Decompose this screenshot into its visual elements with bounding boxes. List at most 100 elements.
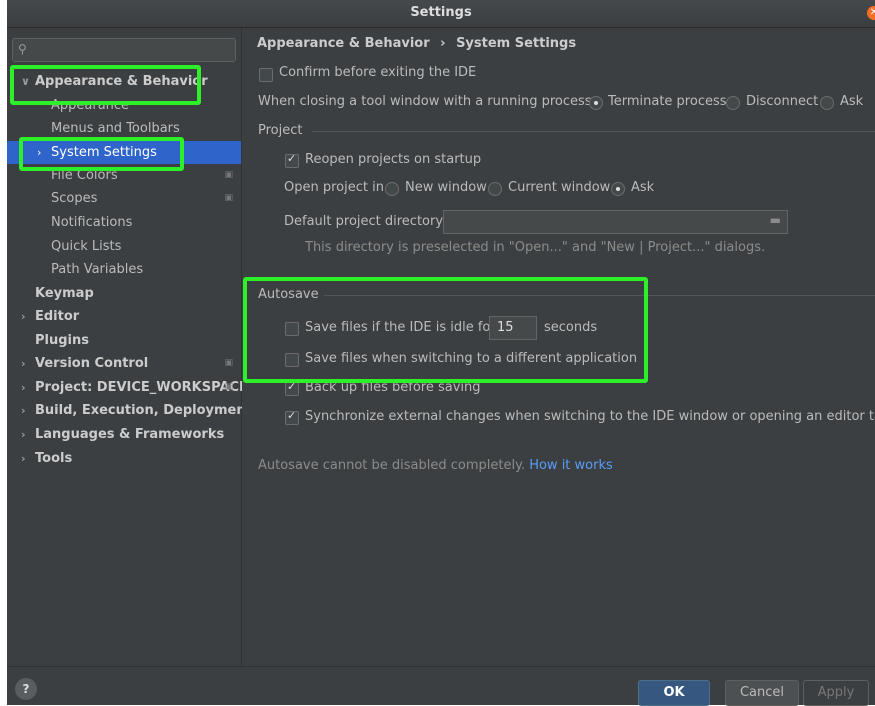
dialog-title: Settings bbox=[410, 5, 472, 20]
sidebar-item-file-colors[interactable]: File Colors ▣ bbox=[7, 164, 241, 187]
radio-ask[interactable] bbox=[820, 96, 834, 110]
sidebar-item-scopes[interactable]: Scopes ▣ bbox=[7, 187, 241, 210]
synchronize-checkbox[interactable] bbox=[285, 409, 299, 425]
radio-new-window[interactable] bbox=[385, 182, 399, 196]
sidebar-item-label: File Colors bbox=[51, 168, 118, 183]
settings-content: Appearance & Behavior › System Settings … bbox=[242, 28, 875, 666]
open-project-in-label: Open project in bbox=[284, 180, 384, 195]
ask-label: Ask bbox=[840, 94, 864, 109]
sidebar-item-system-settings[interactable]: › System Settings bbox=[7, 141, 241, 164]
sidebar-item-keymap[interactable]: Keymap bbox=[7, 282, 241, 305]
project-separator bbox=[312, 131, 875, 132]
sidebar-item-label: Scopes bbox=[51, 191, 98, 206]
sidebar-item-build-execution-deployment[interactable]: › Build, Execution, Deployment bbox=[7, 399, 252, 422]
synchronize-label: Synchronize external changes when switch… bbox=[305, 409, 875, 424]
sidebar-item-label: Quick Lists bbox=[51, 239, 122, 254]
sidebar-item-label: Version Control bbox=[35, 356, 149, 371]
help-icon[interactable]: ? bbox=[15, 678, 37, 700]
close-icon[interactable]: ✕ bbox=[867, 6, 875, 20]
chevron-right-icon[interactable]: › bbox=[21, 423, 26, 446]
sidebar-item-label: Tools bbox=[35, 451, 73, 466]
ok-button[interactable]: OK bbox=[638, 680, 710, 706]
sidebar-item-appearance-behavior[interactable]: ∨ Appearance & Behavior bbox=[7, 70, 241, 93]
folder-icon[interactable]: ▬ bbox=[770, 213, 781, 227]
chevron-right-icon[interactable]: › bbox=[21, 352, 26, 375]
autosave-note-text: Autosave cannot be disabled completely. bbox=[258, 458, 526, 473]
sidebar-item-label: Project: DEVICE_WORKSPACE bbox=[35, 380, 248, 395]
sidebar-item-project-device-workspace[interactable]: › Project: DEVICE_WORKSPACE ▣ bbox=[7, 376, 248, 399]
sidebar-item-label: Menus and Toolbars bbox=[51, 121, 180, 136]
chevron-right-icon[interactable]: › bbox=[37, 141, 41, 164]
cancel-button[interactable]: Cancel bbox=[725, 680, 799, 706]
settings-tree-sidebar: ⚲ ∨ Appearance & Behavior Appearance Menus … bbox=[7, 28, 252, 666]
radio-current-window[interactable] bbox=[488, 182, 502, 196]
backup-label: Back up files before saving bbox=[305, 380, 481, 395]
sidebar-item-version-control[interactable]: › Version Control ▣ bbox=[7, 352, 241, 375]
default-project-directory-label: Default project directory: bbox=[284, 214, 447, 229]
seconds-label: seconds bbox=[544, 320, 598, 335]
apply-button[interactable]: Apply bbox=[803, 680, 869, 706]
radio-terminate-process[interactable] bbox=[589, 96, 603, 110]
idle-seconds-value: 15 bbox=[497, 320, 514, 335]
search-input[interactable]: ⚲ bbox=[12, 38, 236, 62]
sidebar-item-appearance[interactable]: Appearance bbox=[7, 94, 241, 117]
sidebar-item-label: Keymap bbox=[35, 286, 94, 301]
title-bar: Settings ✕ bbox=[7, 0, 875, 28]
breadcrumb-separator: › bbox=[440, 36, 446, 51]
confirm-exit-label: Confirm before exiting the IDE bbox=[279, 65, 477, 80]
idle-seconds-input[interactable]: 15 bbox=[489, 316, 537, 340]
autosave-separator bbox=[324, 295, 875, 296]
new-window-label: New window bbox=[405, 180, 487, 195]
copy-scope-icon: ▣ bbox=[224, 170, 233, 180]
radio-open-ask[interactable] bbox=[611, 182, 625, 196]
autosave-note: Autosave cannot be disabled completely. … bbox=[258, 458, 613, 473]
sidebar-item-tools[interactable]: › Tools bbox=[7, 447, 241, 470]
chevron-right-icon[interactable]: › bbox=[21, 399, 26, 422]
breadcrumb: Appearance & Behavior › System Settings bbox=[257, 36, 576, 51]
reopen-projects-label: Reopen projects on startup bbox=[305, 152, 482, 167]
copy-scope-icon: ▣ bbox=[224, 382, 233, 392]
chevron-right-icon[interactable]: › bbox=[21, 305, 26, 328]
sidebar-item-label: Path Variables bbox=[51, 262, 144, 277]
sidebar-item-label: System Settings bbox=[51, 145, 157, 160]
disconnect-label: Disconnect bbox=[746, 94, 819, 109]
backup-checkbox[interactable] bbox=[285, 380, 299, 396]
reopen-projects-checkbox[interactable] bbox=[285, 152, 299, 168]
save-idle-checkbox[interactable] bbox=[285, 322, 299, 336]
copy-scope-icon: ▣ bbox=[224, 193, 233, 203]
save-switching-checkbox[interactable] bbox=[285, 353, 299, 367]
chevron-down-icon[interactable]: ∨ bbox=[21, 70, 30, 93]
project-section-label: Project bbox=[258, 123, 303, 138]
save-idle-label: Save files if the IDE is idle for bbox=[305, 320, 496, 335]
chevron-right-icon[interactable]: › bbox=[21, 376, 26, 399]
breadcrumb-parent[interactable]: Appearance & Behavior bbox=[257, 36, 430, 51]
copy-scope-icon: ▣ bbox=[224, 358, 233, 368]
current-window-label: Current window bbox=[508, 180, 611, 195]
sidebar-item-editor[interactable]: › Editor bbox=[7, 305, 241, 328]
radio-disconnect[interactable] bbox=[726, 96, 740, 110]
save-switching-label: Save files when switching to a different… bbox=[305, 351, 638, 366]
dialog-button-bar: ? OK Cancel Apply bbox=[7, 666, 875, 706]
sidebar-item-label: Build, Execution, Deployment bbox=[35, 403, 252, 418]
autosave-section-label: Autosave bbox=[258, 287, 319, 302]
search-icon: ⚲ bbox=[18, 42, 27, 56]
sidebar-item-plugins[interactable]: Plugins bbox=[7, 329, 241, 352]
breadcrumb-current: System Settings bbox=[456, 36, 577, 51]
how-it-works-link[interactable]: How it works bbox=[529, 458, 613, 473]
default-directory-hint: This directory is preselected in "Open..… bbox=[305, 240, 766, 255]
sidebar-item-label: Notifications bbox=[51, 215, 133, 230]
sidebar-item-languages-frameworks[interactable]: › Languages & Frameworks bbox=[7, 423, 241, 446]
sidebar-item-path-variables[interactable]: Path Variables bbox=[7, 258, 241, 281]
default-project-directory-field[interactable]: ▬ bbox=[443, 210, 788, 234]
sidebar-item-notifications[interactable]: Notifications bbox=[7, 211, 241, 234]
sidebar-item-quick-lists[interactable]: Quick Lists bbox=[7, 235, 241, 258]
open-ask-label: Ask bbox=[631, 180, 655, 195]
settings-dialog: Settings ✕ ⚲ ∨ Appearance & Behavior Appea… bbox=[7, 0, 875, 706]
sidebar-item-label: Editor bbox=[35, 309, 80, 324]
sidebar-item-label: Languages & Frameworks bbox=[35, 427, 225, 442]
closing-tool-window-label: When closing a tool window with a runnin… bbox=[258, 94, 596, 109]
confirm-exit-checkbox[interactable] bbox=[259, 68, 273, 82]
sidebar-item-menus-and-toolbars[interactable]: Menus and Toolbars bbox=[7, 117, 241, 140]
sidebar-item-label: Plugins bbox=[35, 333, 89, 348]
chevron-right-icon[interactable]: › bbox=[21, 447, 26, 470]
